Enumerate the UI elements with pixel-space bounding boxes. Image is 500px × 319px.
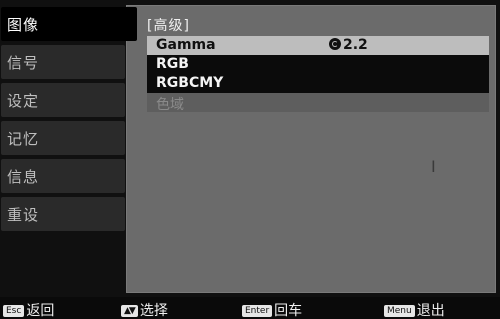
text-cursor-icon: I [431, 157, 436, 176]
footer-hints: Esc 返回 ▲▼ 选择 Enter 回车 Menu 退出 [0, 297, 500, 319]
sidebar-item-label: 设定 [7, 92, 40, 110]
arrow-keys-icon: ▲▼ [121, 305, 138, 317]
hint-label: 退出 [416, 303, 445, 319]
sidebar-item-label: 重设 [7, 206, 40, 224]
sidebar-item-memory[interactable]: 记忆 [1, 121, 125, 155]
adjust-dial-icon [329, 38, 341, 50]
sidebar-item-image[interactable]: 图像 [1, 7, 137, 41]
sidebar-item-label: 图像 [7, 16, 40, 34]
hint-exit: Menu 退出 [384, 300, 445, 319]
row-label: RGBCMY [156, 75, 224, 91]
menu-row-color-gamut: 色域 [147, 93, 489, 113]
gamma-value: 2.2 [343, 37, 368, 53]
menu-key-icon: Menu [384, 305, 415, 317]
hint-label: 选择 [139, 303, 168, 319]
advanced-settings-panel: [高级] Gamma 2.2 RGB RGBCMY 色域 [126, 5, 496, 293]
hint-select: ▲▼ 选择 [121, 300, 168, 319]
menu-row-rgb[interactable]: RGB [147, 55, 489, 74]
panel-title: [高级] [147, 18, 190, 34]
sidebar-item-signal[interactable]: 信号 [1, 45, 125, 79]
row-label: RGB [156, 56, 189, 72]
sidebar-item-label: 记忆 [7, 130, 40, 148]
esc-key-icon: Esc [3, 305, 25, 317]
hint-label: 返回 [26, 303, 55, 319]
sidebar-item-info[interactable]: 信息 [1, 159, 125, 193]
sidebar-item-reset[interactable]: 重设 [1, 197, 125, 231]
hint-enter: Enter 回车 [242, 300, 303, 319]
sidebar-item-settings[interactable]: 设定 [1, 83, 125, 117]
hint-esc: Esc 返回 [3, 300, 55, 319]
menu-row-gamma[interactable]: Gamma 2.2 [147, 36, 489, 55]
row-value: 2.2 [329, 37, 368, 53]
hint-label: 回车 [274, 303, 303, 319]
row-label: 色域 [156, 97, 184, 113]
sidebar-item-label: 信息 [7, 168, 40, 186]
enter-key-icon: Enter [242, 305, 273, 317]
menu-row-rgbcmy[interactable]: RGBCMY [147, 74, 489, 93]
menu-sidebar: 图像 信号 设定 记忆 信息 重设 [0, 5, 137, 293]
projector-menu-screen: 图像 信号 设定 记忆 信息 重设 [高级] Gamma 2.2 RGB RGB… [0, 0, 500, 319]
sidebar-item-label: 信号 [7, 54, 40, 72]
row-label: Gamma [156, 37, 216, 53]
